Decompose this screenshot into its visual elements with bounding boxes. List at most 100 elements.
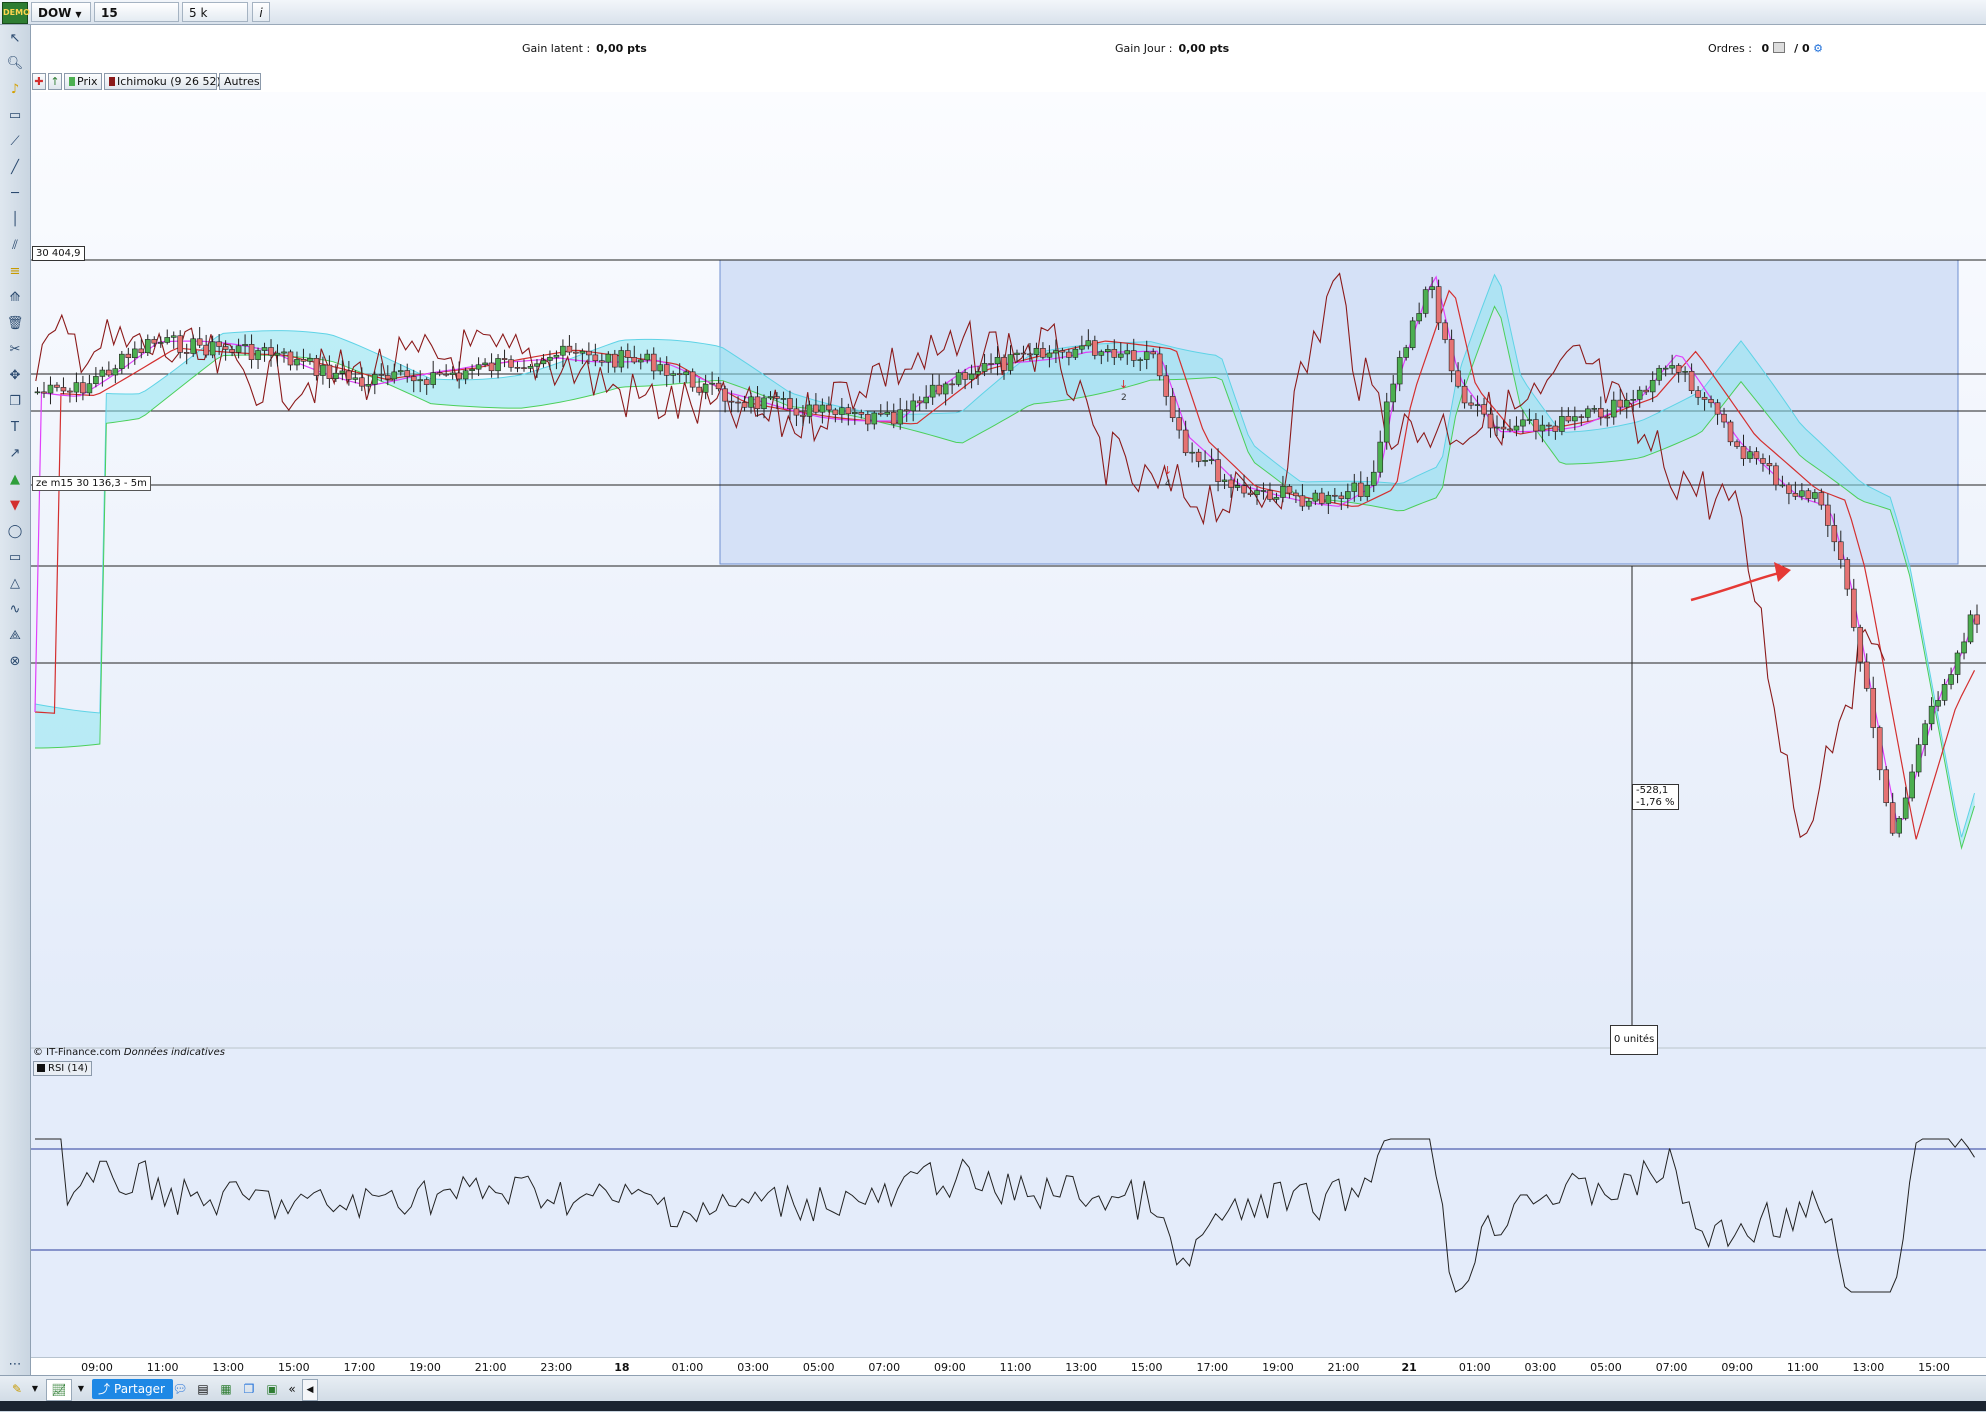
candle-body	[1909, 771, 1915, 799]
candle-body	[1137, 359, 1144, 361]
rectangle-icon[interactable]: ▭	[5, 548, 25, 568]
gann-icon[interactable]: ⟁	[5, 626, 25, 646]
eraser-icon[interactable]: ✂	[5, 340, 25, 360]
candle-body	[981, 363, 988, 372]
horizontal-line-icon[interactable]: ─	[5, 184, 25, 204]
candle-body	[1267, 490, 1273, 500]
candle-body	[1974, 614, 1980, 625]
demo-logo[interactable]: DEMO	[2, 2, 30, 24]
wave-icon[interactable]: ∿	[5, 600, 25, 620]
orders-list-icon[interactable]	[1772, 42, 1785, 53]
sell-arrow-icon[interactable]: ▼	[5, 496, 25, 516]
buy-arrow-icon[interactable]: ▲	[5, 470, 25, 490]
candle-body	[1552, 425, 1559, 432]
time-tick-label: 13:00	[1065, 1361, 1097, 1374]
tab-autres[interactable]: Autres	[219, 73, 261, 90]
share-button[interactable]: ⤴ Partager	[92, 1379, 173, 1399]
copy-icon[interactable]: ❐	[5, 392, 25, 412]
candle-body	[592, 354, 599, 361]
export-icon[interactable]: ▣	[262, 1379, 282, 1399]
candle-body	[1377, 441, 1384, 473]
candle-body	[1247, 492, 1254, 495]
candle-body	[248, 344, 255, 360]
chevron-down-icon[interactable]: ▼	[30, 1379, 40, 1399]
pitchfork-icon[interactable]: ⟰	[5, 288, 25, 308]
candle-body	[839, 407, 845, 415]
time-tick-label: 01:00	[671, 1361, 704, 1374]
candle-body	[793, 408, 800, 416]
candle-body	[819, 404, 826, 413]
more-tools-icon[interactable]: ⋯	[5, 1355, 25, 1375]
add-indicator-icon[interactable]: ✚	[32, 73, 46, 90]
candle-body	[1500, 426, 1507, 430]
trendline-icon[interactable]: ╱	[5, 158, 25, 178]
candle-body	[384, 375, 391, 380]
alert-bell-icon[interactable]: ♪	[5, 80, 25, 100]
candle-body	[1383, 401, 1390, 443]
candle-body	[164, 337, 171, 343]
candle-body	[1597, 408, 1604, 418]
timeframe-selector[interactable]: 15 minutes▼	[94, 2, 179, 40]
candle-body	[553, 354, 560, 358]
candle-body	[170, 335, 177, 338]
channel-icon[interactable]: ⫽	[5, 236, 25, 256]
price-label-mid: ze m15 30 136,3 - 5m	[32, 476, 151, 491]
candle-body	[579, 350, 586, 354]
notes-icon[interactable]: ▤	[193, 1379, 213, 1399]
candle-body	[1922, 723, 1928, 746]
cursor-icon[interactable]: ↖	[5, 29, 25, 49]
arrow-tool-icon[interactable]: ↗	[5, 444, 25, 464]
vertical-line-icon[interactable]: │	[5, 210, 25, 230]
candle-body	[203, 344, 209, 356]
triangle-icon[interactable]: △	[5, 574, 25, 594]
candle-body	[1915, 744, 1922, 773]
candle-body	[573, 351, 579, 354]
candle-body	[1105, 349, 1111, 352]
tab-prix[interactable]: Prix	[64, 73, 102, 90]
chart-type-icon[interactable]: 📈︎	[46, 1379, 72, 1401]
measure-label: -528,1 -1,76 %	[1632, 784, 1679, 810]
candle-body	[1280, 486, 1286, 498]
candle-body	[761, 397, 767, 410]
zoom-icon[interactable]: 🔍︎	[5, 54, 25, 74]
ordres-value-1: 0	[1761, 42, 1770, 55]
chat-icon[interactable]: 💬︎	[170, 1379, 190, 1399]
candle-body	[1546, 424, 1552, 427]
trash-icon[interactable]: 🗑︎	[5, 314, 25, 334]
tab-ichimoku[interactable]: Ichimoku (9 26 52)	[104, 73, 221, 90]
text-tool-icon[interactable]: T	[5, 418, 25, 438]
ruler-icon[interactable]: ▭	[5, 106, 25, 126]
candle-body	[1046, 352, 1053, 358]
collapse-icon[interactable]: «	[285, 1379, 299, 1399]
candle-body	[1299, 495, 1306, 507]
layout-icon[interactable]: ▦	[216, 1379, 236, 1399]
candle-body	[916, 400, 923, 404]
tab-ichimoku-label: Ichimoku (9 26 52)	[117, 75, 221, 88]
draw-style-icon[interactable]: ✎	[6, 1379, 28, 1399]
instrument-selector[interactable]: DOW ▼	[31, 2, 91, 22]
windows-icon[interactable]: ❐	[239, 1379, 259, 1399]
chevron-down-icon[interactable]: ▼	[76, 1379, 86, 1399]
settings-icon[interactable]: ⚙	[1813, 42, 1823, 55]
fibonacci-icon[interactable]: ≡	[5, 262, 25, 282]
segment-icon[interactable]: ⟋	[5, 132, 25, 152]
scroll-left-icon[interactable]: ◀	[302, 1379, 318, 1401]
candle-body	[547, 356, 553, 361]
candle-body	[1325, 494, 1332, 504]
candle-body	[1656, 367, 1662, 381]
candle-body	[365, 384, 372, 387]
info-button[interactable]: i	[252, 2, 270, 22]
delete-all-icon[interactable]: ⊗	[5, 652, 25, 672]
rsi-tab[interactable]: RSI (14)	[33, 1061, 92, 1076]
ellipse-icon[interactable]: ◯	[5, 522, 25, 542]
sell-marker-icon: ↓	[1163, 464, 1172, 477]
price-chart[interactable]: 2 4 ↓ ↓	[31, 92, 1986, 1357]
up-indicator-icon[interactable]: ↑	[48, 73, 62, 90]
time-tick-label: 15:00	[1918, 1361, 1950, 1374]
candle-body	[1293, 492, 1299, 497]
chart-area[interactable]: 2 4 ↓ ↓ 30 404,9 ze m15 30 136,3 - 5m -528,…	[31, 92, 1986, 1362]
price-label-top: 30 404,9	[32, 246, 85, 261]
candle-body	[1682, 371, 1688, 373]
move-icon[interactable]: ✥	[5, 366, 25, 386]
size-selector[interactable]: 5 k unités▼	[182, 2, 248, 40]
